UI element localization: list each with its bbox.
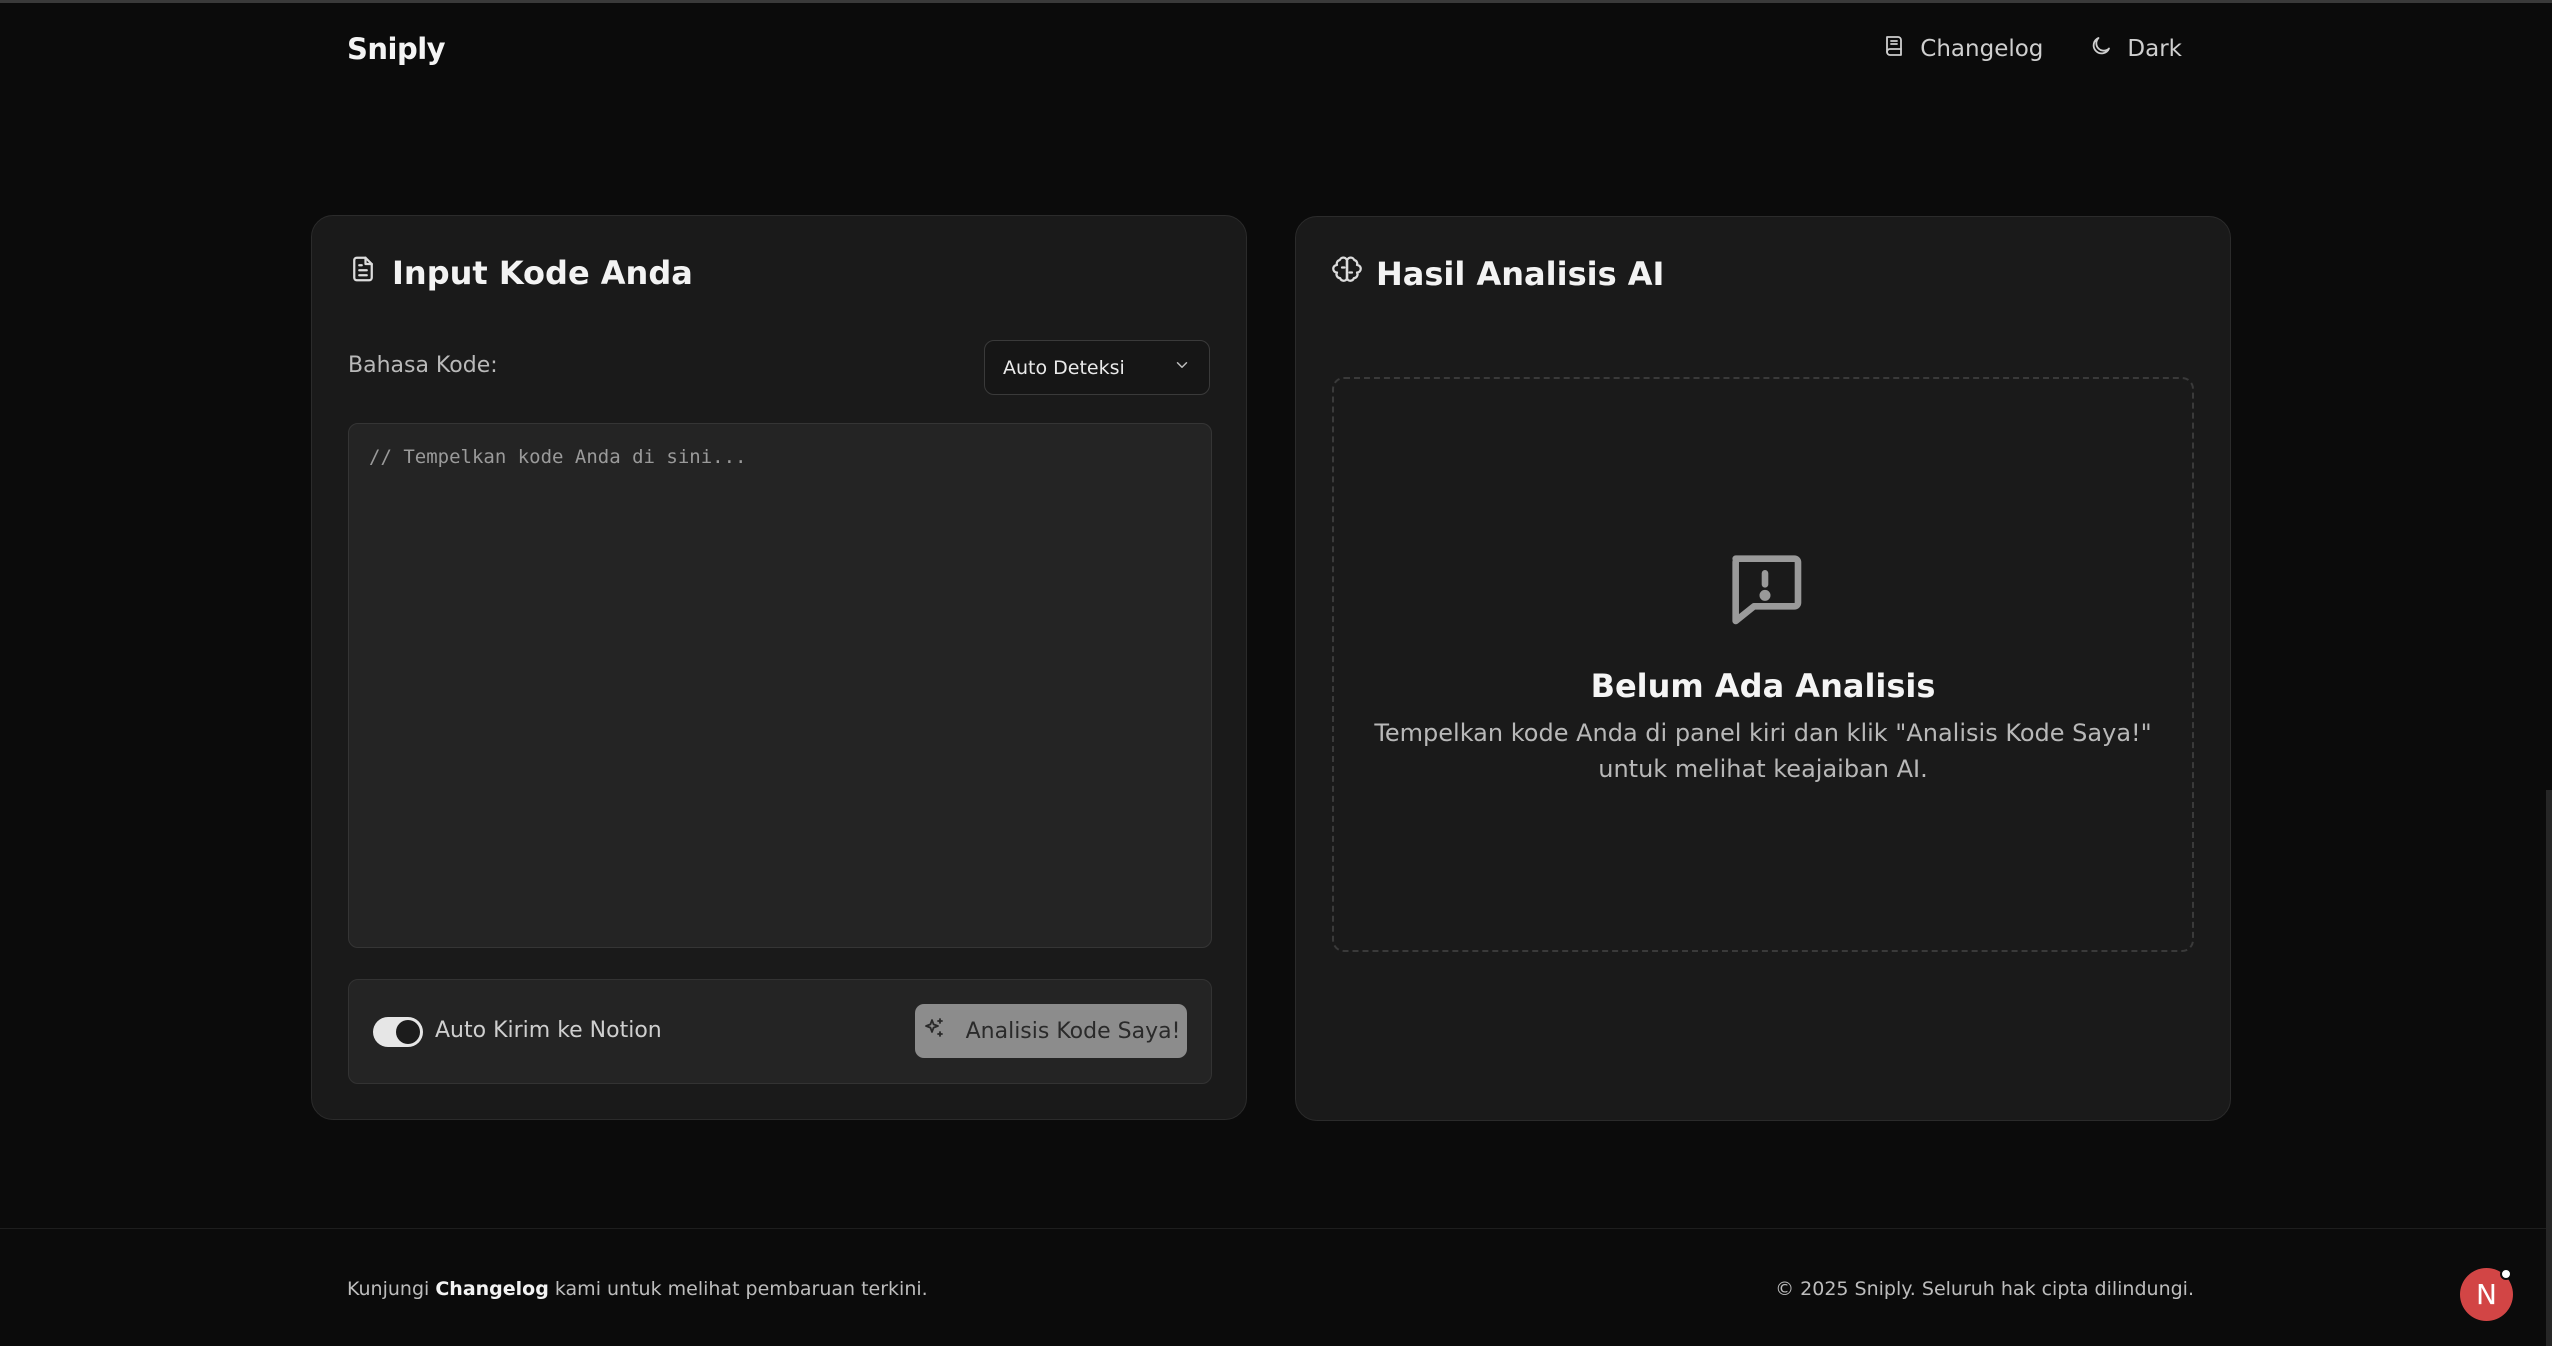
footer-prefix: Kunjungi (347, 1278, 436, 1300)
language-label: Bahasa Kode: (348, 353, 498, 378)
analyze-button-label: Analisis Kode Saya! (965, 1018, 1181, 1044)
sparkles-icon (922, 1016, 946, 1046)
chevron-down-icon (1173, 356, 1191, 379)
document-icon (348, 254, 378, 292)
brain-icon (1332, 255, 1362, 293)
footer-divider (0, 1228, 2552, 1229)
copyright: © 2025 Sniply. Seluruh hak cipta dilindu… (1775, 1278, 2194, 1300)
header-nav: Changelog Dark (1882, 34, 2182, 64)
empty-state: Belum Ada Analisis Tempelkan kode Anda d… (1332, 377, 2194, 952)
language-select[interactable]: Auto Deteksi (984, 340, 1210, 395)
auto-notion-label: Auto Kirim ke Notion (435, 1018, 662, 1043)
language-select-value: Auto Deteksi (1003, 356, 1125, 379)
theme-toggle-button[interactable]: Dark (2089, 34, 2182, 64)
auto-notion-toggle[interactable] (373, 1017, 423, 1047)
changelog-link[interactable]: Changelog (1882, 34, 2043, 64)
footer-changelog-link[interactable]: Changelog (435, 1278, 548, 1300)
empty-state-title: Belum Ada Analisis (1590, 667, 1936, 705)
avatar-status-dot (2500, 1268, 2512, 1280)
input-panel-title: Input Kode Anda (348, 254, 693, 292)
result-panel-title: Hasil Analisis AI (1332, 255, 1664, 293)
analyze-button[interactable]: Analisis Kode Saya! (915, 1004, 1187, 1058)
moon-icon (2089, 34, 2113, 64)
input-panel-title-text: Input Kode Anda (392, 254, 693, 292)
footer-changelog-note: Kunjungi Changelog kami untuk melihat pe… (347, 1278, 928, 1300)
site-header: Sniply Changelog Dark (0, 0, 2552, 100)
logo[interactable]: Sniply (347, 32, 446, 66)
result-panel-title-text: Hasil Analisis AI (1376, 255, 1665, 293)
scrollbar[interactable] (2546, 790, 2552, 1346)
action-bar: Auto Kirim ke Notion Analisis Kode Saya! (348, 979, 1212, 1084)
toggle-knob (396, 1020, 420, 1044)
empty-state-description: Tempelkan kode Anda di panel kiri dan kl… (1374, 719, 2152, 783)
code-input[interactable] (348, 423, 1212, 948)
book-icon (1882, 34, 1906, 64)
input-panel: Input Kode Anda Bahasa Kode: Auto Deteks… (311, 215, 1247, 1120)
changelog-label: Changelog (1920, 36, 2044, 62)
footer-suffix: kami untuk melihat pembaruan terkini. (548, 1278, 928, 1300)
result-panel: Hasil Analisis AI Belum Ada Analisis Tem… (1295, 216, 2231, 1121)
message-alert-icon (1732, 555, 1802, 625)
theme-label: Dark (2127, 36, 2182, 62)
